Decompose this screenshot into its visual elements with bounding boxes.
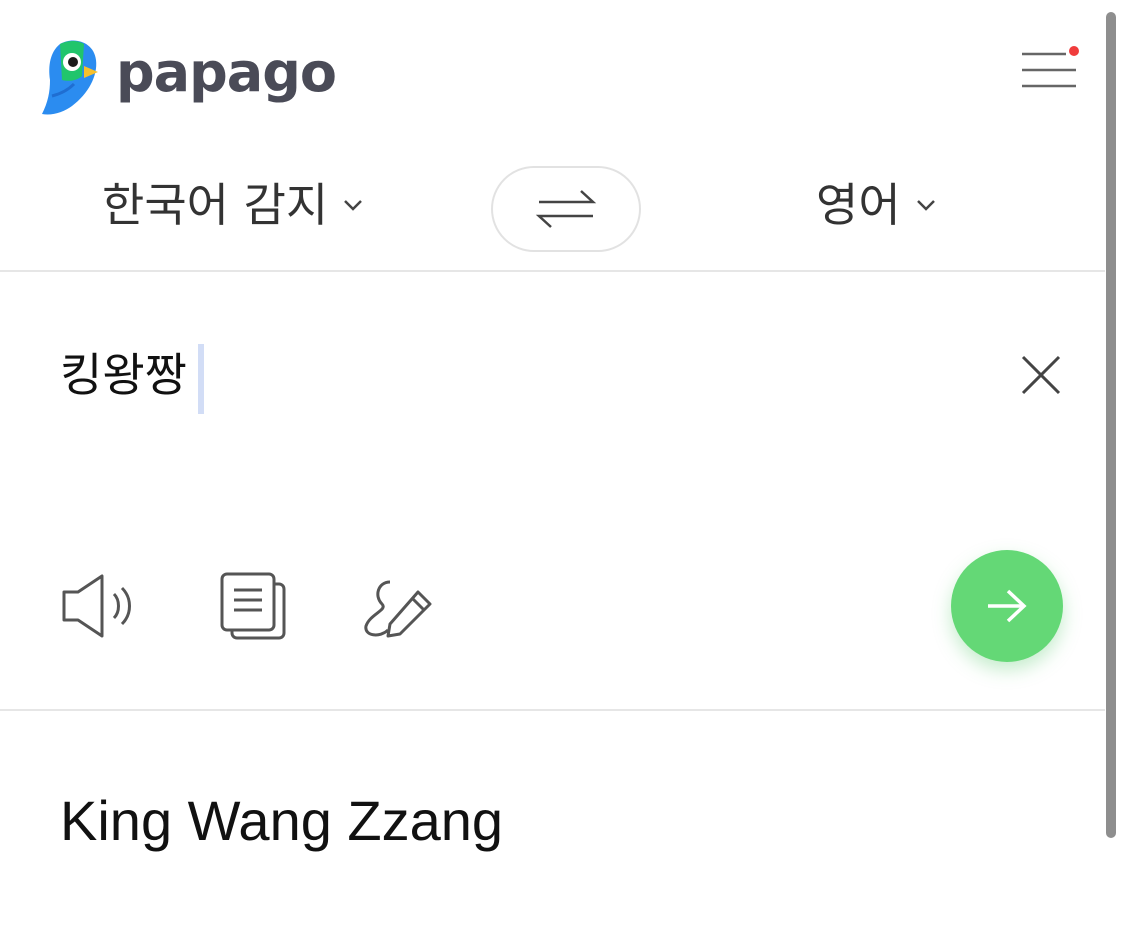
parrot-logo-icon [42,40,98,115]
swap-arrows-icon [535,190,597,228]
papago-logo[interactable]: papago [38,36,337,116]
translation-result: King Wang Zzang [60,789,504,852]
close-icon [1021,355,1061,395]
listen-button[interactable] [60,570,140,646]
clear-text-button[interactable] [1018,352,1064,398]
scrollbar-thumb[interactable] [1106,12,1116,838]
result-divider [0,709,1105,711]
speaker-icon [62,574,131,638]
swap-languages-button[interactable] [491,166,641,252]
handwriting-button[interactable] [360,570,440,646]
target-language-select[interactable]: 영어 [816,182,937,228]
target-language-label: 영어 [816,178,901,232]
text-cursor [198,344,204,414]
handwriting-icon [364,580,432,638]
arrow-right-icon [988,589,1027,623]
papago-page: papago 한국어 감지 영어 킹왕짱 King Wang Zzang [0,0,1125,946]
source-text-input[interactable]: 킹왕짱 [60,352,187,398]
chevron-down-icon [344,200,363,211]
language-bar-divider [0,270,1105,272]
copy-button[interactable] [218,570,290,646]
source-language-select[interactable]: 한국어 감지 [102,182,364,228]
translate-button[interactable] [951,550,1063,662]
chevron-down-icon [916,200,935,211]
notification-dot-icon [1069,46,1079,56]
brand-name: papago [116,41,337,104]
source-language-label: 한국어 감지 [102,178,329,232]
menu-button[interactable] [1018,44,1082,96]
menu-icon [1022,46,1079,88]
copy-icon [220,572,286,640]
